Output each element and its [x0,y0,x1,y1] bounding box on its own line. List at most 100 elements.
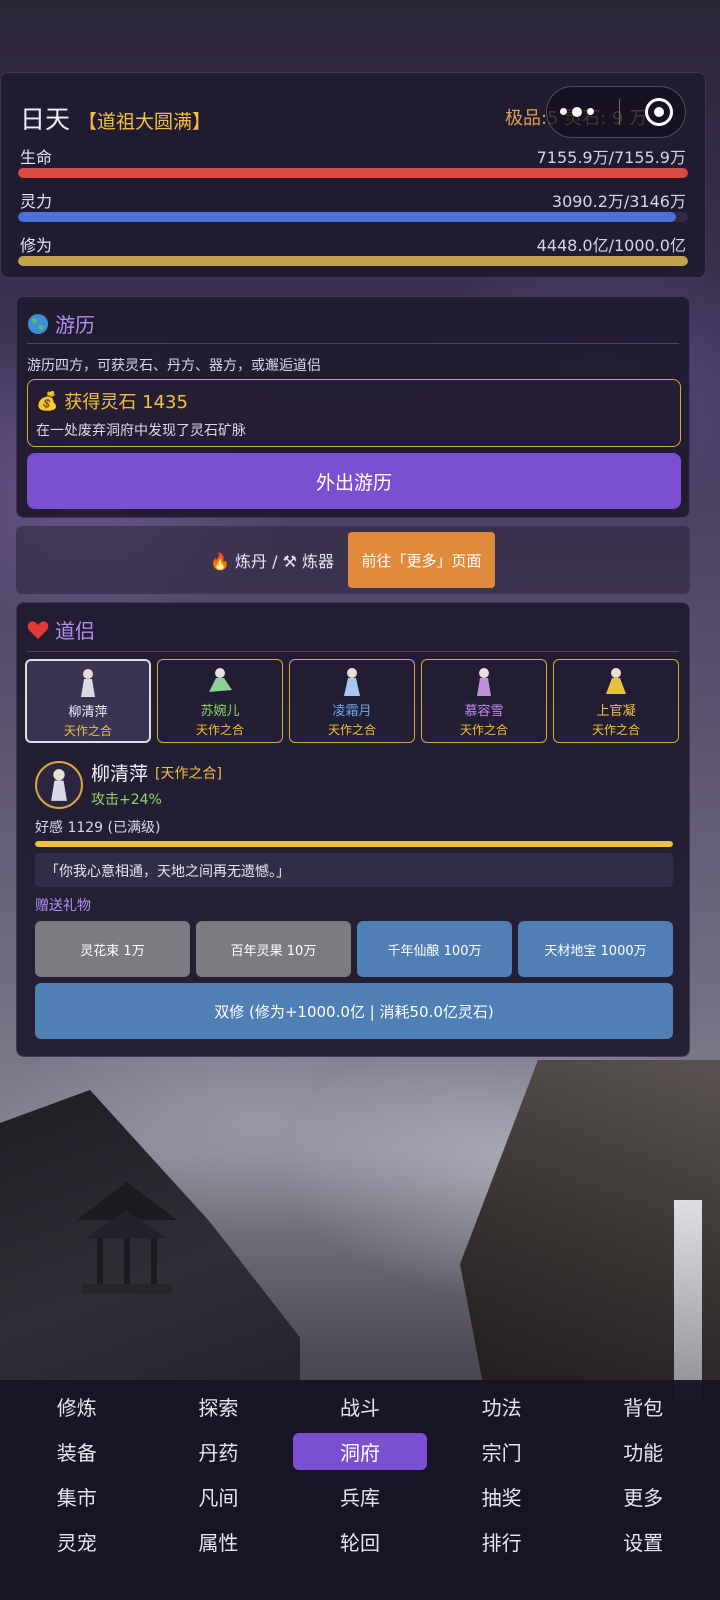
money-bag-icon: 💰 [36,390,59,412]
nav-item-label: 洞府 [292,1433,427,1470]
nav-item-label: 探索 [198,1396,239,1420]
companion-card-name: 凌霜月 [332,704,372,719]
nav-item[interactable]: 排行 [431,1519,573,1564]
companion-card[interactable]: 慕容雪 天作之合 [421,659,547,743]
forge-strip-text: 🔥 炼丹 / ⚒ 炼器 [210,548,334,572]
nav-item[interactable]: 功能 [572,1429,714,1474]
hp-label: 生命 [20,148,53,167]
nav-item-label: 属性 [198,1531,239,1555]
companion-portrait-icon [209,668,232,692]
nav-item[interactable]: 战斗 [289,1384,431,1429]
companion-quote: 「你我心意相通，天地之间再无遗憾。」 [35,853,673,887]
nav-item[interactable]: 兵库 [289,1474,431,1519]
nav-item-label: 修炼 [56,1396,97,1420]
nav-item-label: 战斗 [339,1396,380,1420]
companion-divider [27,651,679,652]
nav-item[interactable]: 丹药 [148,1429,290,1474]
gift-buttons: 灵花束 1万 百年灵果 10万 千年仙酿 100万 天材地宝 1000万 [35,921,673,977]
travel-divider [27,343,679,344]
bottom-nav: 修炼 探索 战斗 功法 背包装备 丹药 洞府 宗门 功能集市 凡间 兵库 抽奖 更多灵宠 属性 轮回 排行 设置 [0,1380,720,1600]
companion-portrait-icon [344,668,360,696]
nav-item[interactable]: 功法 [431,1384,573,1429]
xp-value: 4448.0亿/1000.0亿 [536,236,686,255]
pavilion-illustration [77,1182,177,1294]
gift-wine-button[interactable]: 千年仙酿 100万 [357,921,512,977]
heart-icon [27,620,49,639]
nav-item-label: 灵宠 [56,1531,97,1555]
nav-grid: 修炼 探索 战斗 功法 背包装备 丹药 洞府 宗门 功能集市 凡间 兵库 抽奖 更多灵宠 属性 轮回 排行 设置 [6,1384,714,1564]
hp-value: 7155.9万/7155.9万 [536,148,686,167]
companion-portrait-icon [81,669,95,697]
companion-card-relation: 天作之合 [459,723,508,737]
gift-label: 赠送礼物 [35,898,91,914]
fire-icon: 🔥 [210,552,230,571]
companion-card-relation: 天作之合 [591,723,640,737]
capsule-divider [618,99,620,125]
companion-portrait-icon [51,769,67,801]
companion-card[interactable]: 凌霜月 天作之合 [289,659,415,743]
nav-item[interactable]: 更多 [572,1474,714,1519]
nav-item[interactable]: 抽奖 [431,1474,573,1519]
companion-card-relation: 天作之合 [327,723,376,737]
nav-item[interactable]: 集市 [6,1474,148,1519]
selected-companion-bonus: 攻击+24% [91,792,162,808]
reward-title: 💰 获得灵石 1435 [36,388,188,414]
more-dots-icon[interactable] [559,106,594,117]
nav-item-label: 轮回 [339,1531,380,1555]
nav-item[interactable]: 轮回 [289,1519,431,1564]
nav-item[interactable]: 背包 [572,1384,714,1429]
favor-bar-fill [35,841,673,847]
companion-card-relation: 天作之合 [63,724,112,738]
nav-item[interactable]: 洞府 [289,1429,431,1474]
nav-item-label: 凡间 [198,1486,239,1510]
reward-box: 💰 获得灵石 1435 在一处废弃洞府中发现了灵石矿脉 [27,379,681,447]
travel-title-text: 游历 [55,313,95,337]
companion-portrait-icon [477,668,491,696]
companion-card[interactable]: 上官凝 天作之合 [553,659,679,743]
companion-card-name: 苏婉儿 [200,704,240,719]
nav-item[interactable]: 设置 [572,1519,714,1564]
nav-item[interactable]: 凡间 [148,1474,290,1519]
nav-item-label: 集市 [56,1486,97,1510]
nav-item[interactable]: 探索 [148,1384,290,1429]
dual-cultivation-button[interactable]: 双修 (修为+1000.0亿 | 消耗50.0亿灵石) [35,983,673,1039]
reward-description: 在一处废弃洞府中发现了灵石矿脉 [36,423,246,439]
mp-bar [18,212,688,222]
waterfall [674,1200,702,1400]
nav-item-label: 功能 [623,1441,664,1465]
hp-bar-fill [18,168,688,178]
mp-label: 灵力 [20,192,53,211]
player-name: 日天 [20,105,71,134]
xp-bar-fill [18,256,688,266]
gift-fruit-button[interactable]: 百年灵果 10万 [196,921,351,977]
companion-card-name: 柳清萍 [68,705,108,720]
companion-portrait-icon [606,668,626,694]
nav-item-label: 兵库 [339,1486,380,1510]
companion-card-name: 慕容雪 [464,704,504,719]
companion-title: 道侣 [27,615,95,644]
nav-item-label: 宗门 [481,1441,522,1465]
companion-card[interactable]: 柳清萍 天作之合 [25,659,151,743]
nav-item[interactable]: 修炼 [6,1384,148,1429]
player-name-row: 日天 【道祖大圆满】 [20,100,211,136]
gift-treasure-button[interactable]: 天材地宝 1000万 [518,921,673,977]
forge-strip-label: 炼丹 / ⚒ 炼器 [235,552,335,571]
nav-item[interactable]: 装备 [6,1429,148,1474]
companion-card[interactable]: 苏婉儿 天作之合 [157,659,283,743]
mp-value: 3090.2万/3146万 [551,192,686,211]
companion-panel: 道侣 柳清萍 天作之合 苏婉儿 天作之合 凌霜月 天作之合 慕容雪 天作之合 上… [16,602,690,1057]
selected-companion-name: 柳清萍 [91,763,149,785]
go-more-page-button[interactable]: 前往「更多」页面 [348,532,495,588]
gift-flower-button[interactable]: 灵花束 1万 [35,921,190,977]
companion-card-name: 上官凝 [596,704,636,719]
go-travel-button[interactable]: 外出游历 [27,453,681,509]
favor-text: 好感 1129 (已满级) [35,820,161,836]
nav-item[interactable]: 灵宠 [6,1519,148,1564]
miniprogram-capsule [546,86,686,138]
xp-label: 修为 [20,236,53,255]
close-target-icon[interactable] [644,98,673,126]
favor-bar [35,841,673,847]
nav-item[interactable]: 宗门 [431,1429,573,1474]
reward-title-text: 获得灵石 1435 [64,392,188,413]
nav-item[interactable]: 属性 [148,1519,290,1564]
